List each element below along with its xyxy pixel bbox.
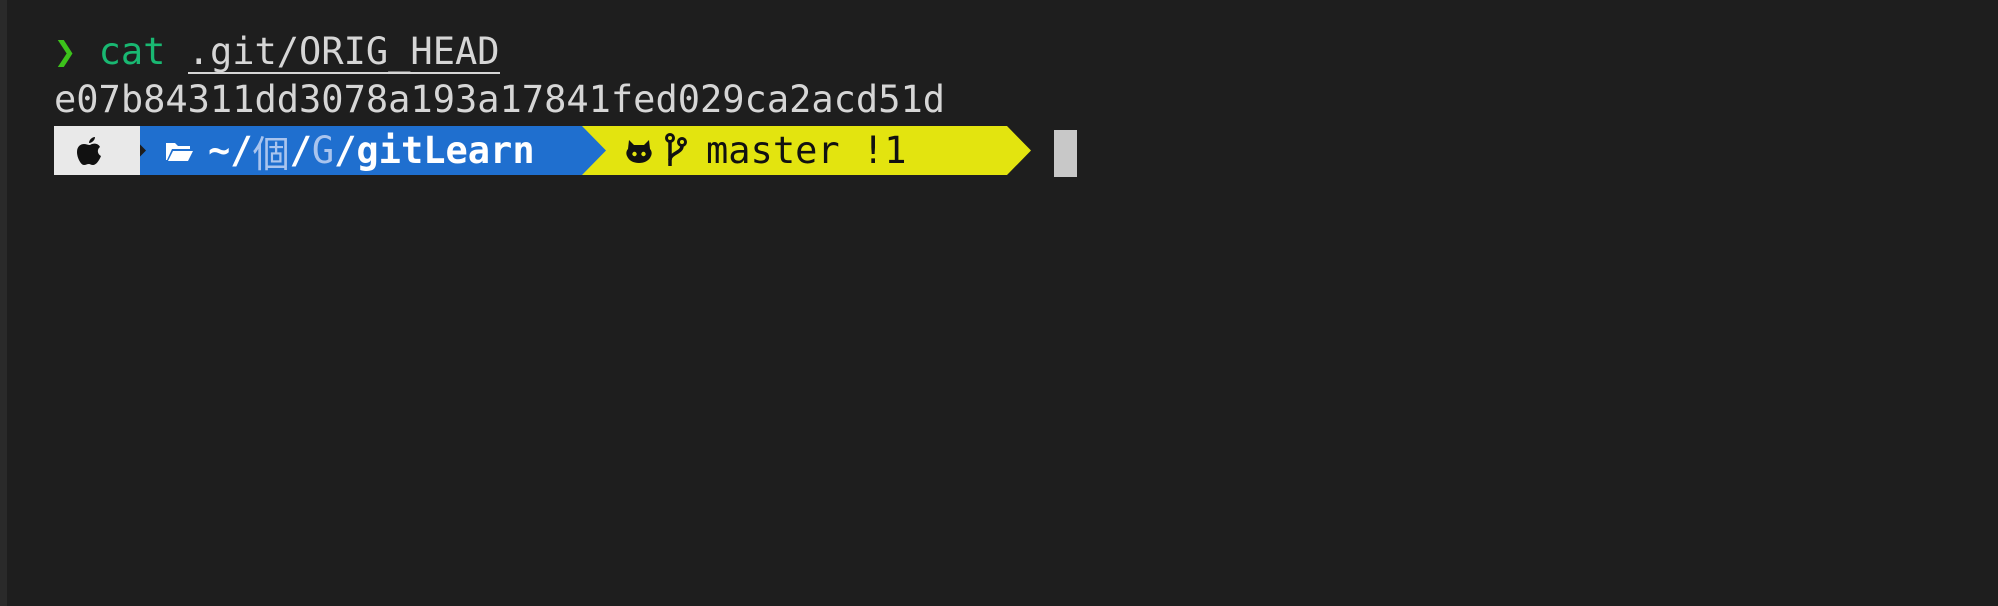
terminal-area[interactable]: ❯ cat .git/ORIG_HEAD e07b84311dd3078a193… [54,28,1998,606]
git-branch-name: master [706,129,840,172]
prompt-symbol: ❯ [54,30,77,73]
git-branch-icon [664,133,688,169]
folder-open-icon [164,139,194,163]
text-cursor [1054,130,1077,177]
command-line: ❯ cat .git/ORIG_HEAD [54,28,1998,76]
github-icon [624,137,654,165]
window-edge [0,0,7,606]
command-text: cat [98,30,166,73]
dir-sep-2: / [334,129,357,172]
dir-part-2: G [311,129,335,172]
command-output: e07b84311dd3078a193a17841fed029ca2acd51d [54,78,946,121]
git-segment: master !1 [582,126,1031,175]
directory-segment: ~/個 / G / gitLearn [122,126,642,175]
command-argument: .git/ORIG_HEAD [187,30,500,74]
apple-icon [76,135,104,167]
powerline-prompt: ~/個 / G / gitLearn master !1 [54,126,1998,177]
git-status: !1 [861,129,907,172]
dir-prefix: ~/ [208,129,253,172]
dir-current: gitLearn [356,129,535,172]
dir-part-1: 個 [252,132,290,176]
dir-sep-1: / [289,129,312,172]
os-segment [54,126,140,175]
